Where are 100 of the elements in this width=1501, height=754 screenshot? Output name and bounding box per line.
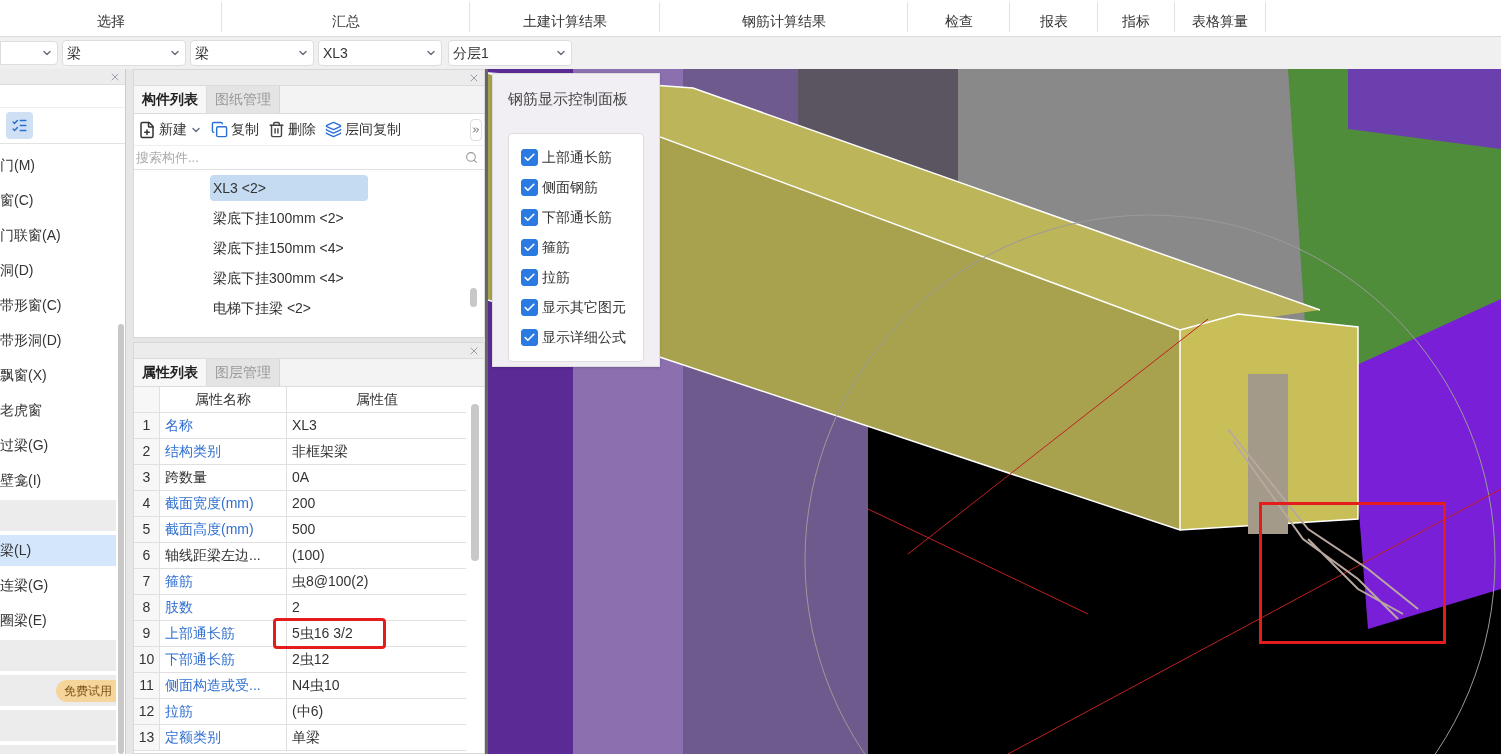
- component-list-item[interactable]: 梁底下挂150mm <4>: [210, 235, 347, 261]
- property-name: 侧面构造或受...: [160, 673, 287, 698]
- property-value[interactable]: 2虫12: [287, 649, 330, 670]
- nav-item[interactable]: 飘窗(X): [0, 360, 116, 391]
- property-name: 截面高度(mm): [160, 517, 287, 542]
- checkbox[interactable]: [521, 268, 538, 286]
- dropdown-value: 梁: [67, 43, 81, 63]
- toolbar-button[interactable]: 复制: [211, 119, 259, 140]
- checkbox[interactable]: [521, 208, 538, 226]
- ribbon-group-tab[interactable]: 选择: [0, 2, 222, 32]
- property-name: 肢数: [160, 595, 287, 620]
- property-value[interactable]: XL3: [287, 415, 317, 436]
- nav-item[interactable]: 门(M): [0, 150, 116, 181]
- property-name: 轴线距梁左边...: [160, 543, 287, 568]
- component-list-item[interactable]: 梁底下挂100mm <2>: [210, 205, 347, 231]
- ribbon-group-tab[interactable]: 土建计算结果: [470, 2, 660, 32]
- panel-tab[interactable]: 构件列表: [134, 86, 207, 113]
- property-name: 拉筋: [160, 699, 287, 724]
- column-header: 属性名称: [160, 387, 287, 412]
- nav-item[interactable]: 过梁(G): [0, 430, 116, 461]
- checkbox[interactable]: [521, 178, 538, 196]
- row-number: 12: [134, 699, 160, 724]
- property-name: 上部通长筋: [160, 621, 287, 646]
- dropdown[interactable]: 梁: [190, 40, 314, 66]
- list-view-button[interactable]: [6, 112, 33, 139]
- property-name: 定额类别: [160, 725, 287, 750]
- property-value[interactable]: 0A: [287, 467, 310, 488]
- toolbar-button[interactable]: 新建: [138, 119, 202, 140]
- component-list-item[interactable]: XL3 <2>: [210, 175, 368, 201]
- panel-title: 钢筋显示控制面板: [508, 89, 629, 109]
- search-field[interactable]: 搜索构件...: [136, 147, 465, 168]
- row-number: 9: [134, 621, 160, 646]
- nav-item[interactable]: 窗(C): [0, 185, 116, 216]
- property-value[interactable]: (中6): [287, 701, 324, 722]
- free-trial-badge[interactable]: 免费试用: [56, 679, 116, 702]
- check-icon: [523, 180, 536, 194]
- toolbar-button[interactable]: 层间复制: [325, 119, 401, 140]
- ribbon-group-tab[interactable]: 检查: [908, 2, 1010, 32]
- dropdown-value: 分层1: [453, 43, 489, 63]
- ribbon-group-tab[interactable]: 指标: [1098, 2, 1175, 32]
- double-chevron-icon: [471, 124, 481, 135]
- nav-item[interactable]: 带形洞(D): [0, 325, 116, 356]
- checkbox-label: 箍筋: [542, 237, 570, 257]
- group-header-bar[interactable]: 免费试用: [0, 675, 116, 706]
- property-name: 结构类别: [160, 439, 287, 464]
- checkbox[interactable]: [521, 148, 538, 166]
- dropdown[interactable]: XL3: [318, 40, 442, 66]
- component-list-item[interactable]: 梁底下挂300mm <4>: [210, 265, 347, 291]
- scrollbar-thumb[interactable]: [471, 404, 479, 561]
- scrollbar-thumb[interactable]: [118, 324, 124, 754]
- property-value[interactable]: 500: [287, 519, 316, 540]
- list-icon: [11, 117, 28, 134]
- ribbon-group-tab[interactable]: 汇总: [222, 2, 470, 32]
- copy-icon: [211, 121, 228, 138]
- check-icon: [523, 240, 536, 254]
- nav-item[interactable]: 门联窗(A): [0, 220, 116, 251]
- checkbox-label: 拉筋: [542, 267, 570, 287]
- more-button[interactable]: [470, 118, 482, 141]
- property-value[interactable]: (100): [287, 545, 325, 566]
- nav-item[interactable]: 洞(D): [0, 255, 116, 286]
- property-value[interactable]: 5虫16 3/2: [287, 623, 353, 644]
- dropdown[interactable]: 梁: [62, 40, 186, 66]
- ribbon-group-tab[interactable]: 表格算量: [1175, 2, 1266, 32]
- dropdown[interactable]: [0, 41, 58, 65]
- row-number: 10: [134, 647, 160, 672]
- check-icon: [523, 270, 536, 284]
- checkbox-label: 上部通长筋: [542, 147, 612, 167]
- property-value[interactable]: 虫8@100(2): [287, 571, 369, 592]
- row-number: 13: [134, 725, 160, 750]
- checkbox[interactable]: [521, 298, 538, 316]
- scrollbar-thumb[interactable]: [470, 288, 477, 307]
- row-number: 5: [134, 517, 160, 542]
- nav-item[interactable]: 圈梁(E): [0, 605, 116, 636]
- property-value[interactable]: N4虫10: [287, 675, 340, 696]
- property-value[interactable]: 200: [287, 493, 316, 514]
- row-number: 7: [134, 569, 160, 594]
- 3d-viewport[interactable]: 钢筋显示控制面板 上部通长筋 侧面钢筋 下部通长筋 箍筋 拉筋 显示其它图元 显示详细公式: [488, 69, 1501, 754]
- checkbox-label: 下部通长筋: [542, 207, 612, 227]
- property-value[interactable]: 单梁: [287, 727, 320, 748]
- panel-tab[interactable]: 属性列表: [134, 359, 207, 386]
- toolbar-button[interactable]: 删除: [268, 119, 316, 140]
- nav-item[interactable]: 连梁(G): [0, 570, 116, 601]
- ribbon-group-tab[interactable]: 钢筋计算结果: [660, 2, 908, 32]
- column-header: 属性值: [354, 390, 399, 409]
- checkbox[interactable]: [521, 238, 538, 256]
- nav-item[interactable]: 梁(L): [0, 535, 116, 566]
- trash-icon: [268, 121, 285, 138]
- nav-item[interactable]: 壁龛(I): [0, 465, 116, 496]
- property-name: 跨数量: [160, 465, 287, 490]
- component-list-item[interactable]: 电梯下挂梁 <2>: [210, 295, 315, 321]
- property-name: 下部通长筋: [160, 647, 287, 672]
- property-value[interactable]: 非框架梁: [287, 441, 348, 462]
- nav-item[interactable]: 老虎窗: [0, 395, 116, 426]
- check-icon: [523, 210, 536, 224]
- dropdown[interactable]: 分层1: [448, 40, 572, 66]
- nav-item[interactable]: 带形窗(C): [0, 290, 116, 321]
- row-number: 8: [134, 595, 160, 620]
- ribbon-group-tab[interactable]: 报表: [1010, 2, 1098, 32]
- property-value[interactable]: 2: [287, 597, 300, 618]
- checkbox[interactable]: [521, 328, 538, 346]
